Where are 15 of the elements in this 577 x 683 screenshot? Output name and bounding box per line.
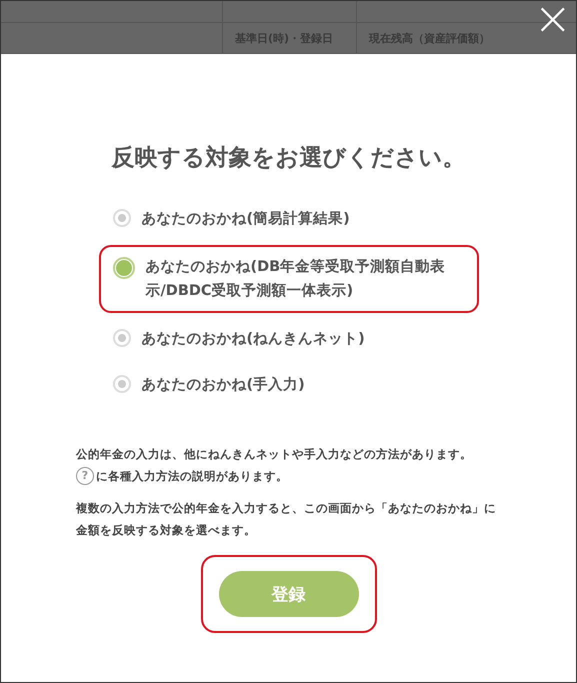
note-text: に各種入力方法の説明があります。 bbox=[96, 468, 288, 485]
close-button[interactable]: × bbox=[529, 1, 576, 41]
option-label: あなたのおかね(手入力) bbox=[142, 376, 305, 395]
note-text: 複数の入力方法で公的年金を入力すると、この画面から「あなたのおかね」に金額を反映する対象を選べます。 bbox=[76, 500, 497, 539]
radio-button[interactable] bbox=[112, 257, 134, 279]
radio-button[interactable] bbox=[112, 329, 130, 347]
option-label: あなたのおかね(ねんきんネット) bbox=[142, 330, 365, 349]
help-icon[interactable]: ? bbox=[76, 467, 94, 485]
option-label: あなたのおかね(DB年金等受取予測額自動表示/DBDC受取予測額一体表示) bbox=[146, 258, 446, 301]
option-label: あなたのおかね(簡易計算結果) bbox=[142, 210, 350, 229]
note-text: 公的年金の入力は、他にねんきんネットや手入力などの方法があります。 bbox=[76, 446, 473, 463]
radio-button[interactable] bbox=[112, 375, 130, 393]
dialog-title: 反映する対象をお選びください。 bbox=[112, 144, 466, 173]
radio-button[interactable] bbox=[112, 209, 130, 227]
register-button[interactable]: 登録 bbox=[218, 571, 358, 617]
